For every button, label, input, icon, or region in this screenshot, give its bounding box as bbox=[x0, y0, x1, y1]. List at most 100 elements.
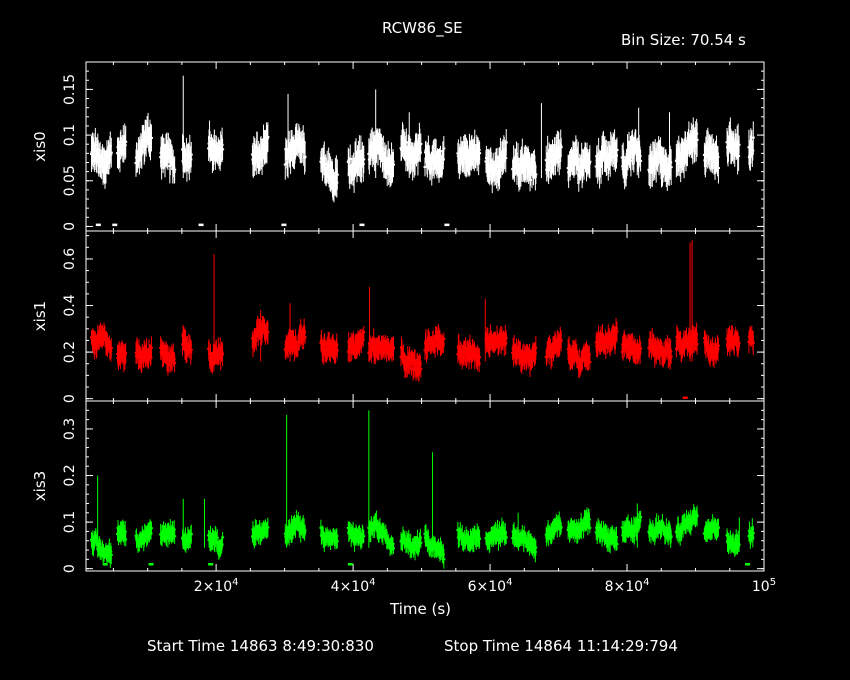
xis0-low-point bbox=[359, 223, 365, 227]
xis1-data-point bbox=[221, 353, 225, 356]
xis0-y-tick-label: 0.15 bbox=[62, 74, 78, 105]
xis3-data-point bbox=[335, 540, 339, 543]
xis3-data-point bbox=[220, 543, 224, 546]
xis0-data-point bbox=[419, 142, 423, 145]
xis1-y-tick-label: 0.6 bbox=[62, 248, 78, 270]
xis0-data-point bbox=[534, 173, 538, 176]
xis1-frame bbox=[85, 230, 765, 402]
xis0-low-point bbox=[198, 223, 204, 227]
xis0-data-point bbox=[266, 136, 270, 139]
xis3-y-tick-label: 0.2 bbox=[62, 464, 78, 486]
xis0-data-point bbox=[189, 153, 193, 156]
xis1-data-point bbox=[303, 336, 307, 339]
xis1-data-point bbox=[189, 348, 193, 351]
xis1-y-tick-label: 0 bbox=[62, 394, 78, 403]
light-curve-plot: 0 0.05 0.1 0.15 xis0 0 0.2 0.4 0.6 xis1 0 0.1 0.2 0.3… bbox=[31, 61, 776, 595]
xis3-y-tick-label: 0.3 bbox=[62, 418, 78, 440]
xis1-data-point bbox=[669, 355, 673, 358]
xis0-data-point bbox=[751, 136, 755, 139]
xis1-data-point bbox=[587, 353, 591, 356]
xis0-low-point bbox=[112, 223, 118, 227]
xis1-data-point bbox=[464, 347, 468, 350]
xis0-data-point bbox=[588, 160, 592, 163]
xis3-data-point bbox=[419, 541, 423, 544]
xis3-data-point bbox=[221, 536, 225, 539]
xis1-y-tick-label: 0.2 bbox=[62, 341, 78, 363]
xis3-data-point bbox=[189, 533, 193, 536]
xis0-data-point bbox=[149, 136, 153, 139]
xis1-series bbox=[89, 240, 755, 400]
xis1-low-point bbox=[682, 396, 688, 400]
xis0-data-point bbox=[737, 154, 741, 157]
xis1-data-point bbox=[695, 343, 699, 346]
xis1-data-point bbox=[335, 349, 339, 352]
xis0-data-point bbox=[504, 156, 508, 159]
xis0-data-point bbox=[615, 148, 619, 151]
xis3-data-point bbox=[109, 553, 113, 556]
xis0-data-point bbox=[221, 148, 225, 151]
xis3-data-point bbox=[369, 530, 373, 533]
xis0-data-point bbox=[504, 141, 508, 144]
xis0-data-point bbox=[348, 158, 352, 161]
xis0-data-point bbox=[335, 173, 339, 176]
xis0-data-point bbox=[109, 151, 113, 154]
xis1-data-point bbox=[109, 346, 113, 349]
xis0-data-point bbox=[639, 159, 643, 162]
xis1-data-point bbox=[362, 331, 366, 334]
xis0-data-point bbox=[404, 141, 408, 144]
xis1-data-point bbox=[173, 361, 177, 364]
xis1-data-point bbox=[442, 338, 446, 341]
xis1-data-point bbox=[413, 358, 417, 361]
xis3-y-tick-label: 0 bbox=[62, 564, 78, 573]
xis0-data-point bbox=[442, 147, 446, 150]
xis1-data-point bbox=[639, 347, 643, 350]
xis0-data-point bbox=[478, 152, 482, 155]
xis0-data-point bbox=[629, 159, 633, 162]
xis1-data-point bbox=[716, 344, 720, 347]
xis0-data-point bbox=[716, 167, 720, 170]
xis0-y-axis-label: xis0 bbox=[31, 131, 49, 161]
xis0-y-tick-label: 0.05 bbox=[62, 165, 78, 196]
xis1-data-point bbox=[751, 342, 755, 345]
xis1-data-point bbox=[207, 347, 211, 350]
xis0-data-point bbox=[669, 166, 673, 169]
xis0-data-point bbox=[515, 152, 519, 155]
xis0-data-point bbox=[362, 158, 366, 161]
xis1-data-point bbox=[149, 346, 153, 349]
xis1-data-point bbox=[534, 346, 538, 349]
xis0-data-point bbox=[423, 165, 427, 168]
xis1-data-point bbox=[737, 342, 741, 345]
xis0-data-point bbox=[303, 155, 307, 158]
xis0-data-point bbox=[695, 138, 699, 141]
xis0-data-point bbox=[737, 143, 741, 146]
xis0-low-point bbox=[444, 223, 450, 227]
xis1-data-point bbox=[559, 339, 563, 342]
xis3-data-point bbox=[478, 537, 482, 540]
xis3-data-point bbox=[378, 523, 382, 526]
xis3-y-tick-label: 0.1 bbox=[62, 511, 78, 533]
xis1-data-point bbox=[478, 356, 482, 359]
xis3-data-point bbox=[123, 530, 127, 533]
xis1-data-point bbox=[124, 352, 128, 355]
xis0-low-point bbox=[281, 223, 287, 227]
xis3-data-point bbox=[442, 558, 446, 561]
xis1-data-point bbox=[504, 336, 508, 339]
xis1-data-point bbox=[588, 361, 592, 364]
xis3-data-point bbox=[362, 535, 366, 538]
xis1-data-point bbox=[254, 339, 258, 342]
xis0-series bbox=[89, 75, 755, 227]
xis0-data-point bbox=[283, 163, 287, 166]
xis3-data-point bbox=[303, 529, 307, 532]
xis3-data-point bbox=[124, 538, 128, 541]
xis3-data-point bbox=[266, 526, 270, 529]
xis0-data-point bbox=[381, 147, 385, 150]
xis0-data-point bbox=[124, 140, 128, 143]
xis3-data-point bbox=[149, 527, 153, 530]
xis1-data-point bbox=[361, 338, 365, 341]
xis1-data-point bbox=[615, 330, 619, 333]
xis3-data-point bbox=[391, 547, 395, 550]
xis0-data-point bbox=[559, 146, 563, 149]
xis0-y-tick-label: 0 bbox=[62, 222, 78, 231]
xis0-data-point bbox=[391, 163, 395, 166]
xis3-y-axis-label: xis3 bbox=[31, 471, 49, 501]
